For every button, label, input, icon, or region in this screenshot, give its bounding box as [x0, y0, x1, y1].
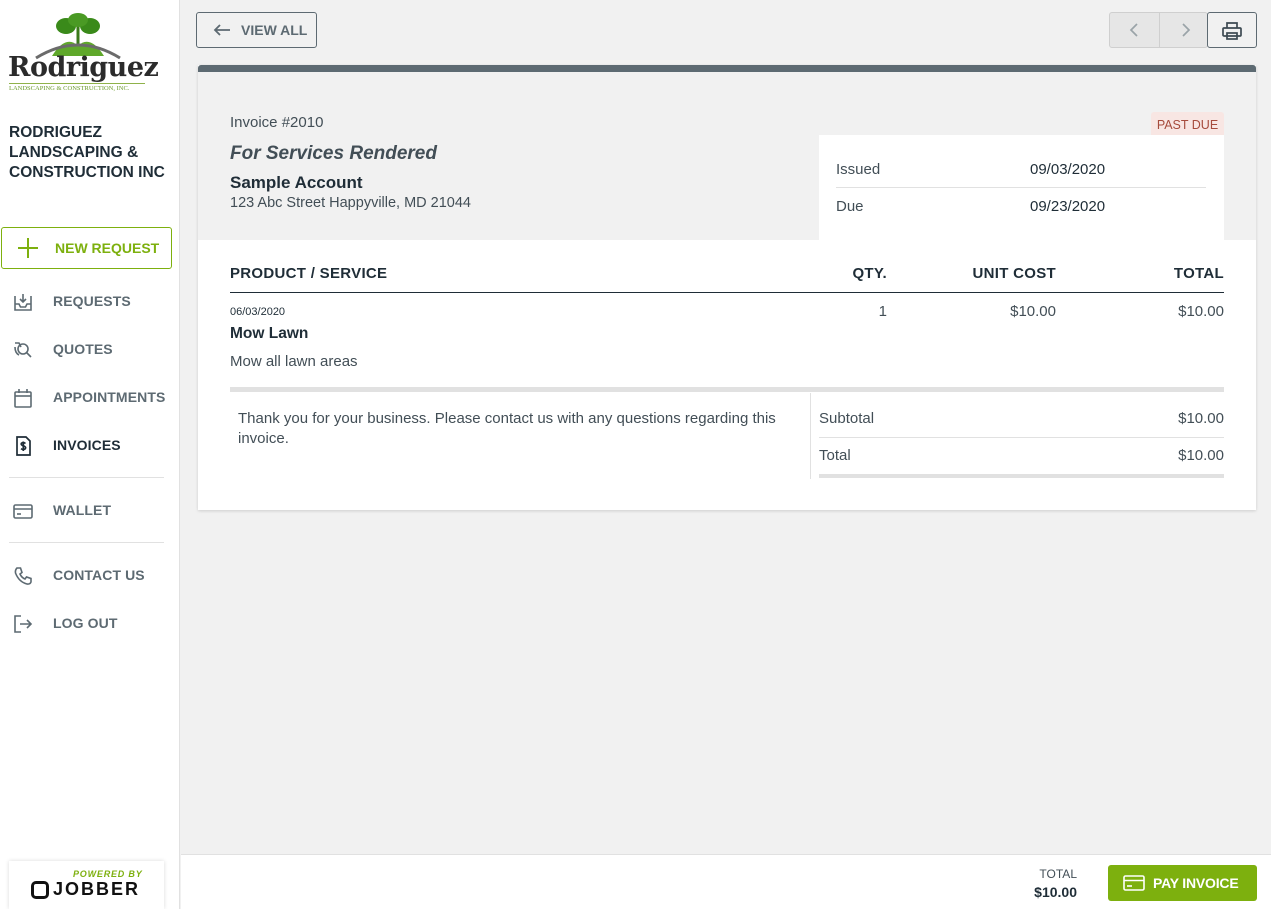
total-label: Total [819, 447, 851, 464]
calendar-icon [14, 389, 32, 408]
sidebar-item-log-out[interactable]: LOG OUT [0, 603, 179, 643]
sidebar-item-contact-us[interactable]: CONTACT US [0, 555, 179, 595]
invoice-header: Invoice #2010 For Services Rendered Samp… [198, 72, 1256, 240]
pay-invoice-button[interactable]: PAY INVOICE [1108, 865, 1257, 901]
logout-icon [14, 615, 33, 633]
client-message: Thank you for your business. Please cont… [238, 410, 776, 447]
issued-row: Issued 09/03/2020 [836, 151, 1206, 188]
subtotal-row: Subtotal $10.00 [819, 400, 1224, 437]
sidebar-item-requests[interactable]: REQUESTS [0, 281, 179, 321]
line-item-name: Mow Lawn [230, 325, 309, 342]
line-item-date: 06/03/2020 [230, 306, 286, 318]
column-header-qty: QTY. [852, 265, 887, 282]
sidebar-item-label: QUOTES [53, 341, 113, 357]
jobber-wordmark: JOBBER [53, 879, 141, 899]
credit-card-icon [13, 504, 33, 519]
previous-invoice-button[interactable] [1110, 13, 1159, 47]
chevron-right-icon [1181, 23, 1190, 37]
sidebar-divider [9, 542, 164, 543]
printer-icon [1222, 22, 1242, 40]
client-name: Sample Account [230, 173, 363, 192]
line-item-qty: 1 [878, 303, 887, 320]
view-all-label: VIEW ALL [241, 22, 308, 38]
card-accent-bar [198, 65, 1256, 72]
total-row: Total $10.00 [819, 437, 1224, 474]
subtotal-value: $10.00 [1178, 410, 1224, 427]
powered-by-jobber[interactable]: POWERED BY JOBBER [9, 861, 164, 909]
pay-invoice-label: PAY INVOICE [1153, 875, 1239, 891]
company-logo[interactable]: Rodriguez LANDSCAPING & CONSTRUCTION, IN… [8, 12, 159, 94]
new-request-button[interactable]: NEW REQUEST [1, 227, 172, 269]
subtotal-label: Subtotal [819, 410, 875, 427]
sidebar-item-appointments[interactable]: APPOINTMENTS [0, 377, 179, 417]
line-item-total: $10.00 [1178, 303, 1224, 320]
due-value: 09/23/2020 [1030, 198, 1106, 215]
message-divider [810, 393, 811, 479]
print-button[interactable] [1207, 12, 1257, 48]
sidebar-item-label: LOG OUT [53, 615, 118, 631]
invoice-number: Invoice #2010 [230, 114, 324, 131]
sidebar-item-label: APPOINTMENTS [53, 389, 166, 405]
due-row: Due 09/23/2020 [836, 188, 1206, 225]
plus-icon [17, 237, 39, 259]
header-rule [230, 292, 1224, 293]
footer-total-label: TOTAL [1039, 867, 1077, 881]
total-value: $10.00 [1178, 447, 1224, 464]
client-address: 123 Abc Street Happyville, MD 21044 [230, 195, 471, 211]
phone-icon [14, 567, 32, 585]
sidebar-item-invoices[interactable]: INVOICES [0, 425, 179, 465]
quote-magnifier-icon [14, 342, 32, 358]
invoice-subject: For Services Rendered [230, 143, 437, 164]
arrow-left-icon [213, 24, 230, 36]
next-invoice-button[interactable] [1158, 13, 1208, 47]
jobber-logo-icon [31, 881, 49, 899]
issued-value: 09/03/2020 [1030, 161, 1106, 178]
sidebar-item-quotes[interactable]: QUOTES [0, 329, 179, 369]
inbox-download-icon [14, 294, 32, 311]
logo-wordmark: Rodriguez [8, 52, 159, 83]
totals-end-rule [819, 474, 1224, 478]
line-item-description: Mow all lawn areas [230, 353, 358, 370]
footer-total-value: $10.00 [1034, 884, 1077, 900]
issued-label: Issued [836, 161, 881, 178]
powered-by-label: POWERED BY [73, 869, 143, 879]
credit-card-icon [1123, 875, 1145, 891]
sidebar-item-label: INVOICES [53, 437, 121, 453]
column-header-product: PRODUCT / SERVICE [230, 265, 388, 282]
invoice-card: Invoice #2010 For Services Rendered Samp… [198, 65, 1256, 510]
view-all-button[interactable]: VIEW ALL [196, 12, 317, 48]
column-header-unit-cost: UNIT COST [972, 265, 1056, 282]
payment-bar: TOTAL $10.00 PAY INVOICE [181, 854, 1271, 909]
new-request-label: NEW REQUEST [55, 240, 160, 256]
sidebar-divider [9, 477, 164, 478]
dollar-document-icon [16, 436, 31, 456]
invoice-dates: Issued 09/03/2020 Due 09/23/2020 [819, 135, 1224, 240]
sidebar: Rodriguez LANDSCAPING & CONSTRUCTION, IN… [0, 0, 180, 909]
company-name: RODRIGUEZ LANDSCAPING & CONSTRUCTION INC [9, 124, 165, 181]
line-item-unit-cost: $10.00 [1010, 303, 1056, 320]
column-header-total: TOTAL [1173, 265, 1224, 282]
sidebar-item-wallet[interactable]: WALLET [0, 490, 179, 530]
sidebar-item-label: CONTACT US [53, 567, 145, 583]
invoice-pager [1109, 12, 1208, 48]
logo-tagline: LANDSCAPING & CONSTRUCTION, INC. [9, 83, 145, 92]
sidebar-item-label: WALLET [53, 502, 112, 518]
due-label: Due [836, 198, 864, 215]
chevron-left-icon [1129, 23, 1138, 37]
sidebar-item-label: REQUESTS [53, 293, 131, 309]
items-end-rule [230, 387, 1224, 392]
